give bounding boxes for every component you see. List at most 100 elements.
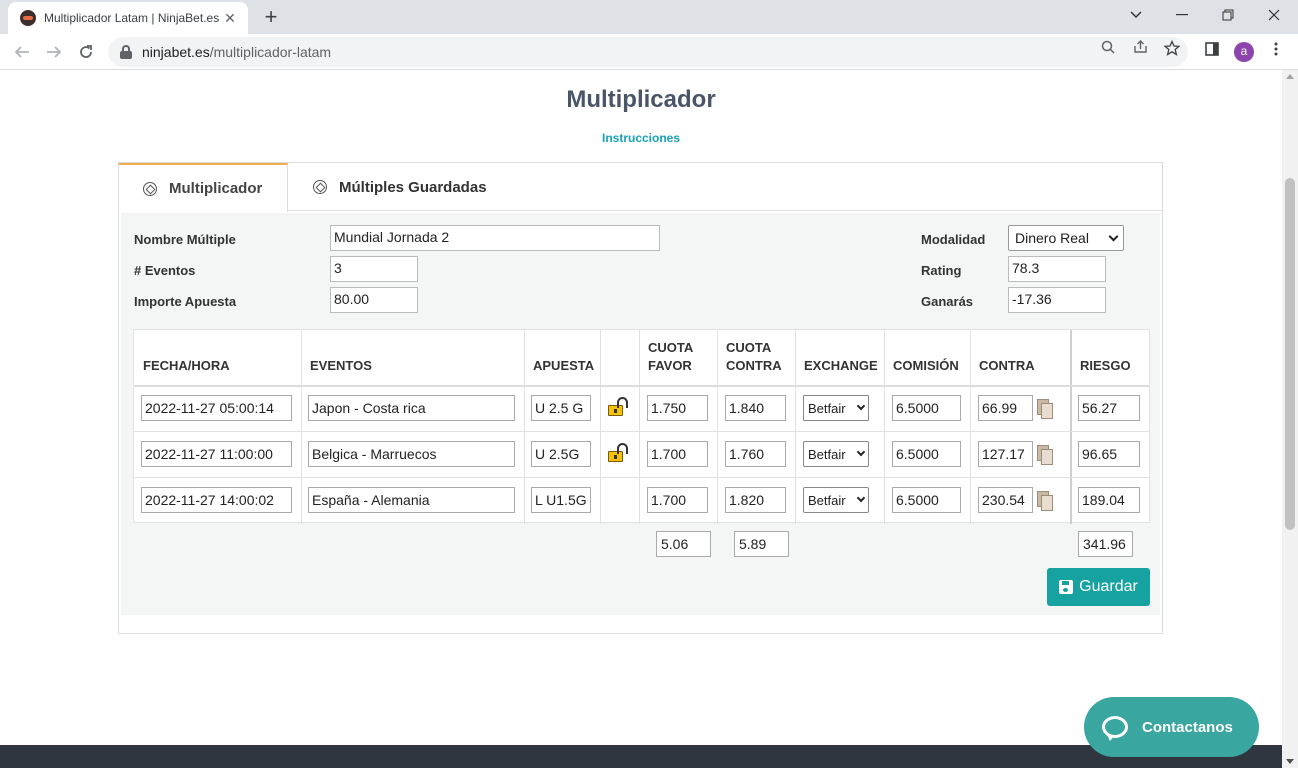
browser-tab-title: Multiplicador Latam | NinjaBet.es: [44, 11, 220, 25]
exchange-select[interactable]: Betfair: [803, 395, 869, 421]
contra-input[interactable]: 66.99: [978, 395, 1033, 421]
browser-tab[interactable]: Multiplicador Latam | NinjaBet.es ✕: [8, 2, 248, 34]
contra-input[interactable]: 127.17: [978, 441, 1033, 467]
exchange-value: Betfair: [808, 446, 846, 462]
unlock-icon[interactable]: [608, 443, 630, 463]
chevron-down-icon: [856, 493, 866, 503]
tab-search-icon[interactable]: [1113, 0, 1159, 30]
rating-input[interactable]: 78.3: [1008, 256, 1106, 282]
cuota-contra-input[interactable]: 1.820: [725, 487, 786, 513]
restore-icon[interactable]: [1205, 0, 1251, 30]
importe-label: Importe Apuesta: [134, 294, 237, 309]
dribbble-icon: [313, 180, 327, 194]
eventos-input[interactable]: 3: [330, 256, 418, 282]
fecha-input[interactable]: 2022-11-27 11:00:00: [141, 441, 292, 467]
header-exchange: EXCHANGE: [804, 358, 878, 373]
side-panel-icon[interactable]: [1202, 42, 1222, 62]
save-button[interactable]: Guardar: [1047, 568, 1150, 606]
unlock-icon[interactable]: [608, 397, 630, 417]
contact-button[interactable]: Contactanos: [1084, 697, 1259, 757]
rating-label: Rating: [921, 263, 962, 278]
riesgo-input[interactable]: 56.27: [1078, 395, 1140, 421]
header-text: CONTRA: [726, 358, 782, 373]
apuesta-input[interactable]: U 2.5G: [531, 441, 591, 467]
chat-bubble-icon: [1102, 716, 1128, 741]
chevron-down-icon: [856, 401, 866, 411]
scroll-down-icon[interactable]: [1286, 759, 1294, 764]
apuesta-input[interactable]: L U1.5G: [531, 487, 591, 513]
minimize-icon[interactable]: [1159, 0, 1205, 30]
save-label: Guardar: [1079, 578, 1138, 595]
ganaras-label: Ganarás: [921, 294, 974, 309]
cuota-favor-input[interactable]: 1.700: [647, 441, 708, 467]
events-table: FECHA/HORA EVENTOS APUESTA CUOTA FAVOR C…: [133, 329, 1150, 524]
total-cuota-favor: 5.06: [656, 531, 711, 557]
header-apuesta: APUESTA: [533, 358, 595, 373]
comision-input[interactable]: 6.5000: [892, 487, 961, 513]
evento-input[interactable]: España - Alemania: [308, 487, 515, 513]
menu-dots-icon[interactable]: [1266, 42, 1286, 62]
exchange-value: Betfair: [808, 492, 846, 508]
riesgo-input[interactable]: 96.65: [1078, 441, 1140, 467]
total-riesgo: 341.96: [1078, 531, 1133, 557]
copy-icon[interactable]: [1037, 445, 1053, 465]
header-cuota-contra: CUOTA CONTRA: [717, 330, 795, 386]
browser-tabbar: Multiplicador Latam | NinjaBet.es ✕ +: [0, 0, 1298, 34]
browser-toolbar: ninjabet.es/multiplicador-latam a: [0, 34, 1298, 70]
tab-multiplicador[interactable]: Multiplicador: [119, 163, 288, 212]
header-text: CUOTA: [726, 340, 772, 355]
header-text: FAVOR: [648, 358, 692, 373]
new-tab-icon[interactable]: +: [258, 4, 284, 30]
page-scrollbar[interactable]: [1282, 70, 1298, 768]
modalidad-value: Dinero Real: [1015, 230, 1089, 246]
header-comision: COMISIÓN: [893, 358, 959, 373]
nombre-label: Nombre Múltiple: [134, 232, 236, 247]
scroll-up-icon[interactable]: [1286, 74, 1294, 79]
reload-icon[interactable]: [74, 40, 98, 64]
page-footer: [0, 745, 1282, 768]
evento-input[interactable]: Japon - Costa rica: [308, 395, 515, 421]
copy-icon[interactable]: [1037, 399, 1053, 419]
exchange-select[interactable]: Betfair: [803, 441, 869, 467]
zoom-icon[interactable]: [1099, 40, 1117, 58]
modalidad-select[interactable]: Dinero Real: [1008, 225, 1124, 251]
forward-arrow-icon[interactable]: [42, 40, 66, 64]
floppy-disk-icon: [1059, 580, 1074, 594]
instructions-link[interactable]: Instrucciones: [0, 131, 1282, 145]
nombre-input[interactable]: Mundial Jornada 2: [330, 225, 660, 251]
close-tab-icon[interactable]: ✕: [222, 10, 238, 27]
chevron-down-icon: [1108, 231, 1119, 241]
tab-label: Múltiples Guardadas: [339, 178, 487, 196]
back-arrow-icon[interactable]: [10, 40, 34, 64]
share-icon[interactable]: [1131, 40, 1149, 58]
header-eventos: EVENTOS: [310, 358, 372, 373]
contact-label: Contactanos: [1142, 718, 1233, 736]
riesgo-input[interactable]: 189.04: [1078, 487, 1140, 513]
comision-input[interactable]: 6.5000: [892, 441, 961, 467]
lock-icon: [120, 45, 132, 59]
ninjabet-favicon-icon: [20, 10, 36, 26]
close-window-icon[interactable]: [1251, 0, 1297, 30]
exchange-select[interactable]: Betfair: [803, 487, 869, 513]
cuota-favor-input[interactable]: 1.750: [647, 395, 708, 421]
apuesta-input[interactable]: U 2.5 G: [531, 395, 591, 421]
contra-input[interactable]: 230.54: [978, 487, 1033, 513]
address-bar[interactable]: ninjabet.es/multiplicador-latam: [108, 37, 1188, 67]
fecha-input[interactable]: 2022-11-27 05:00:14: [141, 395, 292, 421]
fecha-input[interactable]: 2022-11-27 14:00:02: [141, 487, 292, 513]
evento-input[interactable]: Belgica - Marruecos: [308, 441, 515, 467]
profile-avatar[interactable]: a: [1234, 42, 1254, 62]
bookmark-star-icon[interactable]: [1163, 39, 1181, 58]
ganaras-input[interactable]: -17.36: [1008, 287, 1106, 313]
cuota-contra-input[interactable]: 1.760: [725, 441, 786, 467]
cuota-favor-input[interactable]: 1.700: [647, 487, 708, 513]
copy-icon[interactable]: [1037, 491, 1053, 511]
codepen-icon: [143, 181, 157, 196]
exchange-value: Betfair: [808, 400, 846, 416]
comision-input[interactable]: 6.5000: [892, 395, 961, 421]
card-tabs: Multiplicador Múltiples Guardadas: [119, 163, 1162, 212]
tab-multiples-guardadas[interactable]: Múltiples Guardadas: [313, 163, 487, 211]
cuota-contra-input[interactable]: 1.840: [725, 395, 786, 421]
scrollbar-thumb[interactable]: [1285, 178, 1295, 530]
importe-input[interactable]: 80.00: [330, 287, 418, 313]
